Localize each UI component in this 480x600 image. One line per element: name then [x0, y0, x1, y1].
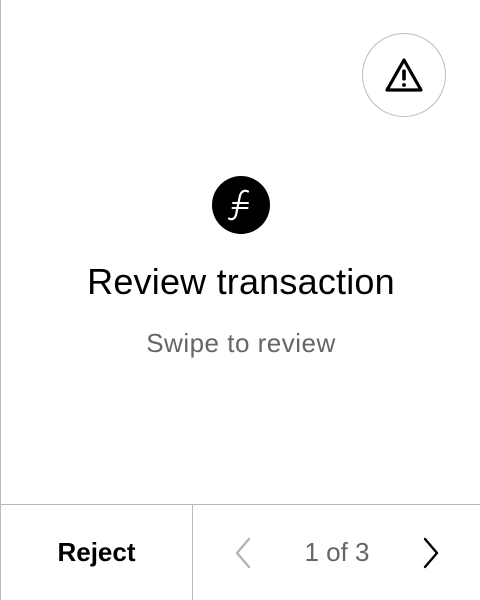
warning-triangle-icon — [385, 58, 423, 92]
reject-button[interactable]: Reject — [1, 505, 193, 600]
chevron-left-icon — [235, 537, 251, 569]
filecoin-icon — [212, 176, 270, 234]
page-subtitle: Swipe to review — [146, 328, 336, 358]
pager: 1 of 3 — [193, 505, 480, 600]
page-title: Review transaction — [87, 261, 395, 302]
footer-bar: Reject 1 of 3 — [1, 504, 480, 600]
filecoin-glyph — [227, 189, 250, 221]
previous-page-button[interactable] — [223, 533, 263, 573]
chevron-right-icon — [423, 537, 439, 569]
warning-button[interactable] — [362, 33, 446, 117]
next-page-button[interactable] — [411, 533, 451, 573]
review-screen: Review transaction Swipe to review Rejec… — [0, 0, 480, 600]
page-indicator: 1 of 3 — [304, 537, 370, 567]
